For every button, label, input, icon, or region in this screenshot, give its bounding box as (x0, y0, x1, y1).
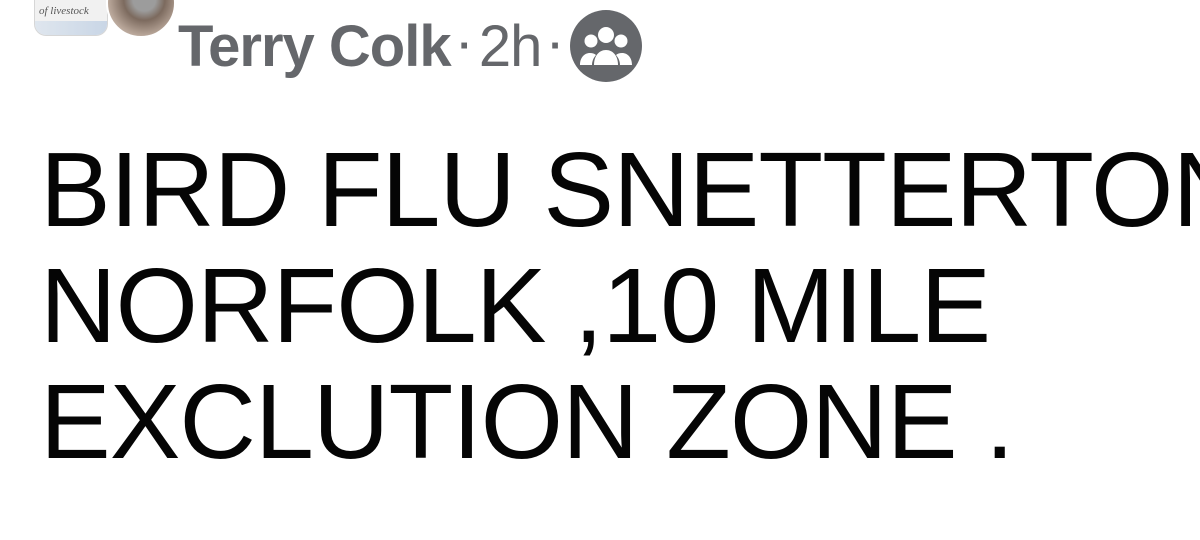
post-body-line: EXCLUTION ZONE . (40, 363, 1014, 481)
group-thumbnail[interactable]: of livestock (34, 0, 108, 36)
post-card: of livestock Terry Colk · 2h · BIRD FLU … (0, 0, 1200, 540)
group-icon[interactable] (569, 10, 642, 82)
post-timestamp-link[interactable]: 2h (479, 13, 543, 80)
meta-separator: · (549, 23, 562, 68)
post-body-line: NORFOLK ,10 MILE (40, 247, 991, 365)
post-avatar-group: of livestock (22, 0, 176, 38)
group-thumbnail-image-strip (35, 21, 107, 35)
avatar[interactable] (106, 0, 176, 38)
group-thumbnail-text: of livestock (39, 5, 89, 17)
post-body-line: BIRD FLU SNETTERTON (40, 131, 1200, 249)
post-meta: Terry Colk · 2h · (178, 6, 642, 86)
meta-separator: · (458, 23, 472, 68)
author-name-link[interactable]: Terry Colk (178, 13, 452, 80)
post-body-text: BIRD FLU SNETTERTON NORFOLK ,10 MILE EXC… (40, 131, 1200, 481)
